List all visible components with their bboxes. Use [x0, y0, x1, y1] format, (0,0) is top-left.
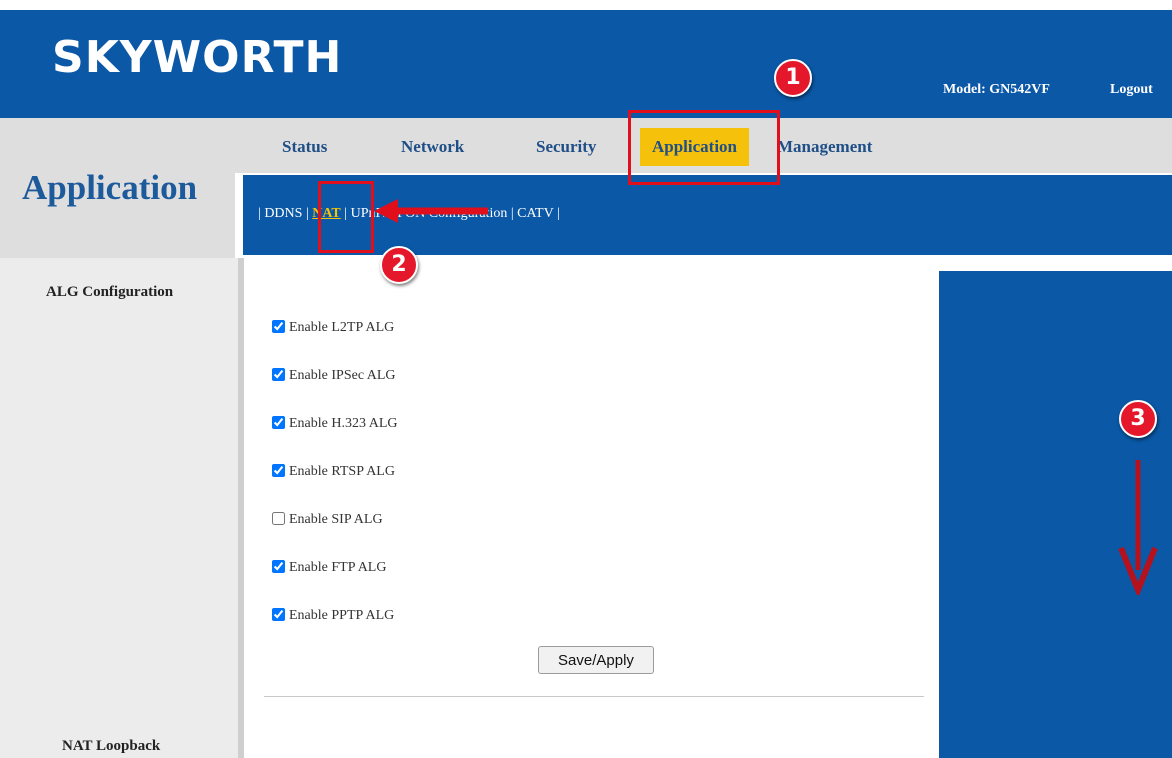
- subnav-separator: |: [556, 206, 560, 221]
- skyworth-logo: SKYWORTH: [52, 32, 343, 83]
- logout-link[interactable]: Logout: [1110, 82, 1153, 98]
- pptp-alg-label: Enable PPTP ALG: [289, 608, 395, 623]
- tab-security[interactable]: Security: [536, 128, 596, 166]
- sidebar-item-nat-loopback[interactable]: NAT Loopback: [62, 738, 160, 755]
- l2tp-alg-checkbox[interactable]: [272, 320, 285, 333]
- sip-alg-label: Enable SIP ALG: [289, 512, 383, 527]
- ipsec-alg-label: Enable IPSec ALG: [289, 368, 396, 383]
- sip-alg-checkbox[interactable]: [272, 512, 285, 525]
- section-divider: [264, 696, 924, 697]
- h323-alg-option[interactable]: Enable H.323 ALG: [272, 414, 397, 434]
- ftp-alg-checkbox[interactable]: [272, 560, 285, 573]
- annotation-arrow-left-icon: [374, 199, 488, 223]
- pptp-alg-checkbox[interactable]: [272, 608, 285, 621]
- annotation-arrow-down-icon: [1118, 460, 1158, 595]
- rtsp-alg-label: Enable RTSP ALG: [289, 464, 395, 479]
- save-apply-button[interactable]: Save/Apply: [538, 646, 654, 674]
- subnav-catv[interactable]: CATV: [517, 206, 553, 221]
- annotation-box-application-tab: [628, 110, 780, 185]
- model-label: Model: GN542VF: [943, 82, 1050, 97]
- page-title: Application: [22, 168, 198, 207]
- tab-status[interactable]: Status: [282, 128, 327, 166]
- tab-network[interactable]: Network: [401, 128, 464, 166]
- l2tp-alg-option[interactable]: Enable L2TP ALG: [272, 318, 394, 338]
- ftp-alg-option[interactable]: Enable FTP ALG: [272, 558, 386, 578]
- rtsp-alg-option[interactable]: Enable RTSP ALG: [272, 462, 395, 482]
- annotation-badge-2: 2: [380, 246, 418, 284]
- tab-management[interactable]: Management: [777, 128, 872, 166]
- sidebar: [0, 258, 238, 758]
- ipsec-alg-option[interactable]: Enable IPSec ALG: [272, 366, 396, 386]
- h323-alg-checkbox[interactable]: [272, 416, 285, 429]
- l2tp-alg-label: Enable L2TP ALG: [289, 320, 395, 335]
- annotation-badge-1: 1: [774, 59, 812, 97]
- pptp-alg-option[interactable]: Enable PPTP ALG: [272, 606, 394, 626]
- sidebar-item-alg-configuration[interactable]: ALG Configuration: [46, 284, 173, 301]
- subnav-ddns[interactable]: DDNS: [264, 206, 302, 221]
- sip-alg-option[interactable]: Enable SIP ALG: [272, 510, 383, 530]
- rtsp-alg-checkbox[interactable]: [272, 464, 285, 477]
- annotation-badge-3: 3: [1119, 400, 1157, 438]
- ipsec-alg-checkbox[interactable]: [272, 368, 285, 381]
- ftp-alg-label: Enable FTP ALG: [289, 560, 387, 575]
- annotation-box-nat: [318, 181, 374, 253]
- h323-alg-label: Enable H.323 ALG: [289, 416, 398, 431]
